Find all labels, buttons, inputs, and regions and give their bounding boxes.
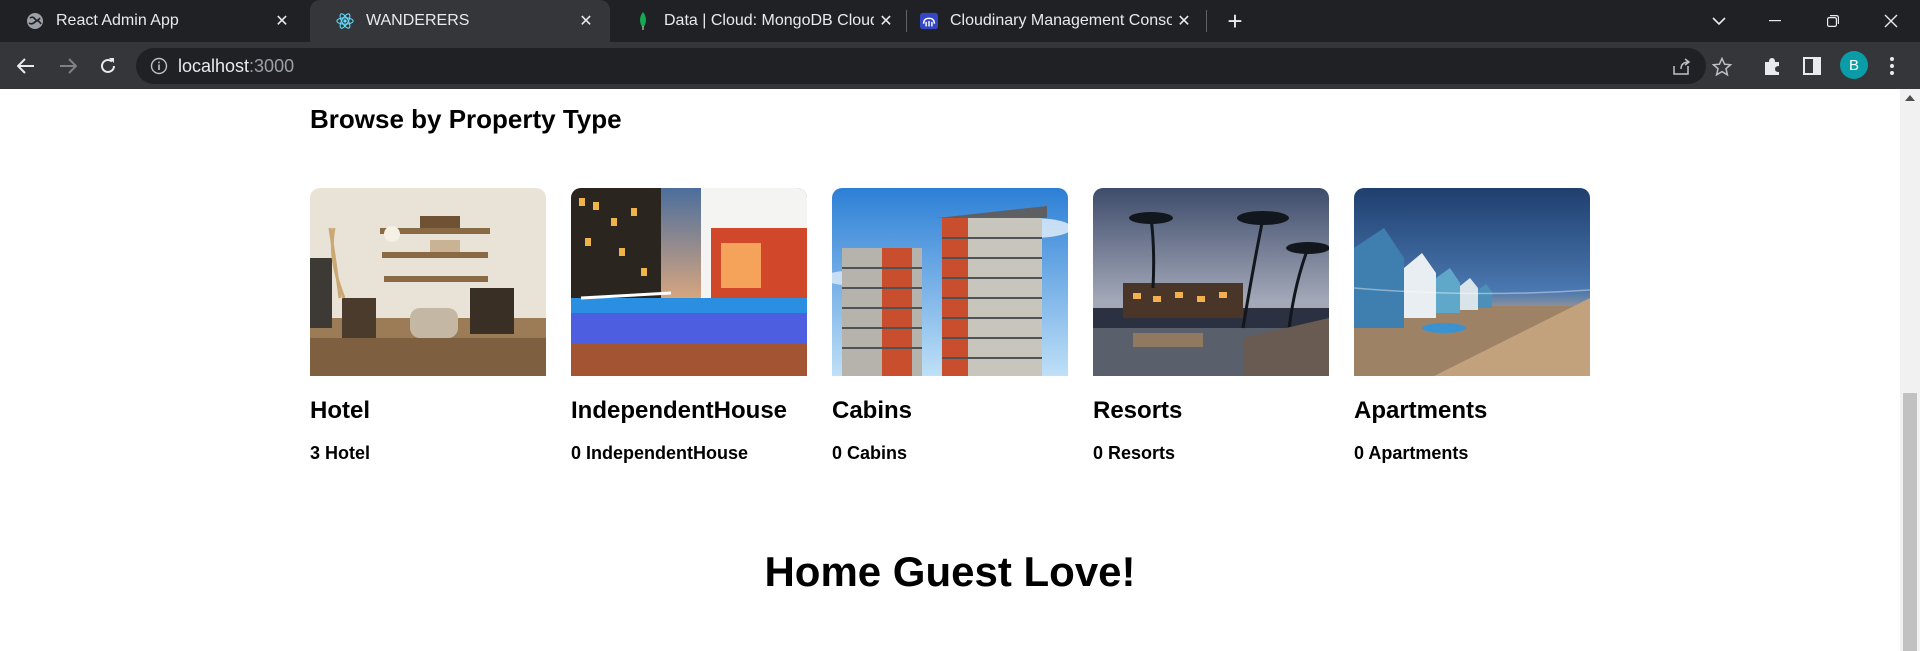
page-scrollbar[interactable] (1900, 89, 1920, 651)
browser-menu-kebab-icon[interactable] (1880, 54, 1904, 78)
property-card-independenthouse[interactable]: IndependentHouse 0 IndependentHouse (571, 188, 807, 463)
hotel-photo (310, 188, 546, 376)
home-guest-love-heading: Home Guest Love! (764, 548, 1136, 595)
section-title: Browse by Property Type (310, 104, 622, 134)
url-port: :3000 (249, 56, 295, 76)
site-info-icon[interactable] (150, 57, 168, 75)
property-type-count: 0 Cabins (832, 443, 908, 463)
tab-title: Data | Cloud: MongoDB Cloud (664, 12, 874, 29)
property-type-name: Hotel (310, 397, 370, 424)
close-tab-icon[interactable]: ✕ (574, 9, 598, 33)
scroll-up-arrow-icon[interactable] (1905, 95, 1915, 101)
property-type-count: 0 IndependentHouse (571, 443, 749, 463)
address-bar[interactable]: localhost:3000 (136, 48, 1732, 84)
tab-search-chevron-icon[interactable] (1696, 0, 1742, 42)
browser-toolbar: localhost:3000 B (0, 42, 1920, 89)
tab-cloudinary[interactable]: Cloudinary Management Console ✕ (894, 0, 1208, 42)
independenthouse-photo (571, 188, 807, 376)
property-card-resorts[interactable]: Resorts 0 Resorts (1093, 188, 1329, 463)
property-type-name: Cabins (832, 397, 913, 424)
forward-button[interactable] (52, 50, 84, 82)
share-icon[interactable] (1672, 57, 1692, 77)
property-type-count: 0 Apartments (1354, 443, 1469, 463)
side-panel-icon[interactable] (1800, 54, 1824, 78)
property-type-count: 3 Hotel (310, 443, 371, 463)
globe-icon (26, 12, 44, 30)
close-window-button[interactable] (1868, 0, 1914, 42)
cabins-photo (832, 188, 1068, 376)
bookmark-star-icon[interactable] (1712, 57, 1732, 77)
scrollbar-thumb[interactable] (1903, 393, 1917, 651)
property-card-apartments[interactable]: Apartments 0 Apartments (1354, 188, 1590, 463)
react-logo-icon (336, 12, 354, 30)
tab-react-admin-app[interactable]: React Admin App ✕ (0, 0, 306, 42)
url-text: localhost:3000 (178, 56, 294, 77)
tab-wanderers[interactable]: WANDERERS ✕ (310, 0, 610, 42)
tab-separator (1206, 10, 1207, 32)
property-type-name: Resorts (1093, 397, 1183, 424)
new-tab-button[interactable]: + (1220, 6, 1250, 36)
reload-icon (101, 58, 115, 73)
property-type-list: Hotel 3 Hotel IndependentHouse 0 Indepen… (310, 188, 1610, 463)
tab-mongodb-cloud[interactable]: Data | Cloud: MongoDB Cloud ✕ (608, 0, 910, 42)
cloudinary-icon (920, 12, 938, 30)
property-type-name: IndependentHouse (571, 397, 788, 424)
tab-title: WANDERERS (366, 12, 470, 29)
back-arrow-icon (17, 58, 34, 74)
reload-button[interactable] (92, 50, 124, 82)
restore-window-button[interactable] (1810, 0, 1856, 42)
extensions-puzzle-icon[interactable] (1760, 54, 1784, 78)
forward-arrow-icon (60, 58, 77, 74)
close-tab-icon[interactable]: ✕ (1172, 9, 1196, 33)
minimize-window-button[interactable] (1752, 0, 1798, 42)
profile-avatar[interactable]: B (1840, 51, 1868, 79)
property-type-count: 0 Resorts (1093, 443, 1176, 463)
page-viewport: Browse by Property Type Hotel 3 Hotel In… (0, 89, 1900, 651)
mongodb-leaf-icon (634, 12, 652, 30)
tab-title: Cloudinary Management Console (950, 12, 1172, 29)
back-button[interactable] (10, 50, 42, 82)
resorts-photo (1093, 188, 1329, 376)
url-host: localhost (178, 56, 250, 76)
apartments-photo (1354, 188, 1590, 376)
close-tab-icon[interactable]: ✕ (270, 9, 294, 33)
browser-tab-strip: React Admin App ✕ WANDERERS ✕ Data | Clo… (0, 0, 1920, 42)
property-type-name: Apartments (1354, 397, 1488, 424)
property-card-cabins[interactable]: Cabins 0 Cabins (832, 188, 1068, 463)
property-card-hotel[interactable]: Hotel 3 Hotel (310, 188, 546, 463)
tab-title: React Admin App (56, 12, 179, 29)
